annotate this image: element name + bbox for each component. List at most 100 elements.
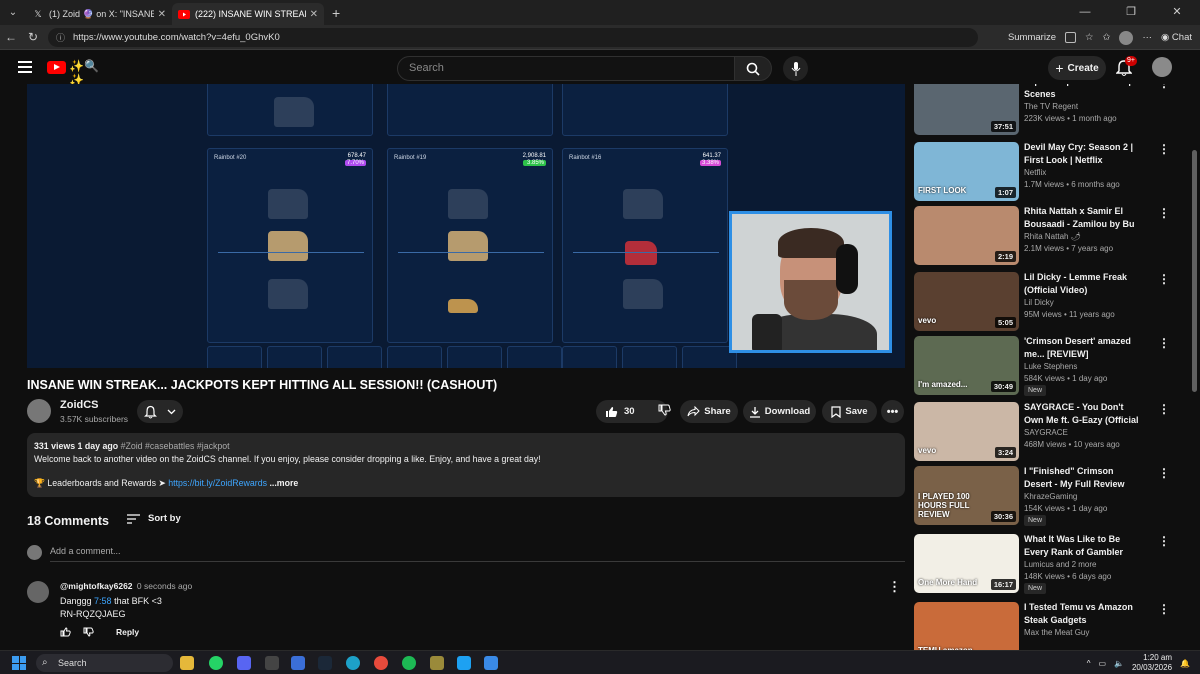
rewards-link[interactable]: https://bit.ly/ZoidRewards (168, 478, 267, 488)
video-menu-icon[interactable]: ⋮ (1158, 603, 1170, 615)
create-button[interactable]: + Create (1048, 56, 1106, 80)
recommended-channel[interactable]: Rhita Nattah 🌶 (1024, 232, 1081, 241)
voice-search-button[interactable] (783, 56, 808, 81)
app-icon[interactable] (430, 656, 444, 670)
recommended-title[interactable]: Lil Dicky - Lemme Freak (Official Video) (1024, 271, 1144, 296)
share-button[interactable]: Share (680, 400, 738, 423)
recommended-title[interactable]: I Tested Temu vs Amazon Steak Gadgets (1024, 601, 1144, 626)
tray-chevron-icon[interactable]: ^ (1087, 659, 1091, 668)
video-menu-icon[interactable]: ⋮ (1158, 467, 1170, 479)
browser-tab-x[interactable]: 𝕏 (1) Zoid 🔮 on X: "INSANE WIN STREAK ✕ (26, 3, 172, 25)
video-thumbnail[interactable]: vevo 3:24 (914, 402, 1019, 461)
split-screen-icon[interactable] (1064, 32, 1076, 43)
network-icon[interactable]: ▭ (1098, 659, 1106, 668)
start-button[interactable] (12, 656, 26, 670)
recommended-title[interactable]: Devil May Cry: Season 2 | First Look | N… (1024, 141, 1144, 166)
discord-icon[interactable] (237, 656, 251, 670)
save-button[interactable]: Save (822, 400, 877, 423)
thumbs-down-icon[interactable] (83, 627, 94, 637)
recommended-video[interactable]: 37:51 Top 10 Superhero Suit Up Scenes The … (914, 84, 1189, 136)
refresh-button[interactable]: ↻ (22, 30, 44, 44)
scrollbar[interactable] (1192, 150, 1197, 392)
recommended-channel[interactable]: Netflix (1024, 168, 1046, 177)
recommended-video[interactable]: I'm amazed... 30:49 'Crimson Desert' amaze… (914, 336, 1189, 396)
youtube-doodle-icon[interactable]: ✨🔍✨ (69, 59, 103, 87)
account-avatar[interactable] (1152, 57, 1172, 77)
new-tab-button[interactable]: + (332, 5, 340, 21)
search-button[interactable] (734, 56, 772, 81)
sort-by-button[interactable]: Sort by (127, 513, 181, 524)
hashtags[interactable]: #Zoid #casebattles #jackpot (121, 441, 230, 451)
video-menu-icon[interactable]: ⋮ (1158, 273, 1170, 285)
more-actions-button[interactable]: ••• (881, 400, 904, 423)
summarize-button[interactable]: Summarize (1008, 32, 1056, 43)
tab-actions-menu-button[interactable]: ⌄ (0, 0, 26, 25)
video-menu-icon[interactable]: ⋮ (1158, 403, 1170, 415)
search-input[interactable]: Search (397, 56, 735, 81)
maximize-button[interactable]: ❐ (1108, 0, 1154, 25)
notifications-icon[interactable]: 🔔 (1180, 659, 1190, 668)
recommended-title[interactable]: What It Was Like to Be Every Rank of Gam… (1024, 533, 1144, 558)
close-tab-icon[interactable]: ✕ (310, 9, 318, 20)
clock[interactable]: 1:20 am 20/03/2026 (1132, 653, 1172, 673)
volume-icon[interactable]: 🔈 (1114, 659, 1124, 668)
recommended-channel[interactable]: KhrazeGaming (1024, 492, 1077, 501)
recommended-title[interactable]: 'Crimson Desert' amazed me... [REVIEW] (1024, 335, 1144, 360)
chrome-icon[interactable] (374, 656, 388, 670)
video-thumbnail[interactable]: I'm amazed... 30:49 (914, 336, 1019, 395)
add-comment-input[interactable]: Add a comment... (50, 546, 905, 562)
whatsapp-icon[interactable] (209, 656, 223, 670)
recommended-title[interactable]: I "Finished" Crimson Desert - My Full Re… (1024, 465, 1144, 490)
comment-menu-icon[interactable]: ⋮ (888, 580, 901, 593)
recommended-video[interactable]: vevo 3:24 SAYGRACE - You Don't Own Me ft. … (914, 402, 1189, 462)
notepad-icon[interactable] (484, 656, 498, 670)
channel-avatar[interactable] (27, 399, 51, 423)
recommended-channel[interactable]: Lil Dicky (1024, 298, 1054, 307)
video-thumbnail[interactable]: 2:19 (914, 206, 1019, 265)
recommended-channel[interactable]: Max the Meat Guy (1024, 628, 1089, 637)
recommended-video[interactable]: FIRST LOOK 1:07 Devil May Cry: Season 2 | … (914, 142, 1189, 202)
video-menu-icon[interactable]: ⋮ (1158, 337, 1170, 349)
recommended-video[interactable]: vevo 5:05 Lil Dicky - Lemme Freak (Officia… (914, 272, 1189, 332)
taskbar-search[interactable]: ⌕ Search (36, 654, 173, 672)
file-explorer-icon[interactable] (180, 656, 194, 670)
recommended-channel[interactable]: The TV Regent (1024, 102, 1078, 111)
recommended-video[interactable]: TEMU amazonI Tested Temu vs Amazon Steak… (914, 602, 1189, 650)
show-more-button[interactable]: ...more (269, 478, 298, 488)
site-info-icon[interactable]: ⓘ (56, 31, 65, 44)
commenter-avatar[interactable] (27, 581, 49, 603)
download-button[interactable]: Download (743, 400, 816, 423)
close-tab-icon[interactable]: ✕ (158, 9, 166, 20)
app-icon[interactable] (291, 656, 305, 670)
description-box[interactable]: 331 views 1 day ago #Zoid #casebattles #… (27, 433, 905, 497)
video-thumbnail[interactable]: One More Hand 16:17 (914, 534, 1019, 593)
profile-avatar[interactable] (1119, 30, 1134, 45)
reply-button[interactable]: Reply (116, 627, 139, 637)
video-thumbnail[interactable]: vevo 5:05 (914, 272, 1019, 331)
browser-tab-youtube[interactable]: (222) INSANE WIN STREAK... JACKPOTS ✕ (172, 3, 324, 25)
dislike-button[interactable] (658, 404, 671, 419)
recommended-video[interactable]: I PLAYED 100 HOURS FULL REVIEW 30:36 I "Fi… (914, 466, 1189, 526)
video-menu-icon[interactable]: ⋮ (1158, 143, 1170, 155)
video-thumbnail[interactable]: I PLAYED 100 HOURS FULL REVIEW 30:36 (914, 466, 1019, 525)
recommended-video[interactable]: One More Hand 16:17 What It Was Like to Be… (914, 534, 1189, 594)
favorites-icon[interactable]: ✩ (1103, 32, 1111, 43)
app-icon[interactable] (265, 656, 279, 670)
url-field[interactable]: ⓘ https://www.youtube.com/watch?v=4efu_0… (48, 28, 978, 47)
comment-timestamp-link[interactable]: 7:58 (94, 596, 112, 606)
video-menu-icon[interactable]: ⋮ (1158, 207, 1170, 219)
subscription-notifications-button[interactable] (137, 400, 183, 423)
recommended-title[interactable]: Top 10 Superhero Suit Up Scenes (1024, 84, 1144, 100)
favorite-star-icon[interactable]: ☆ (1085, 32, 1094, 43)
recommended-channel[interactable]: Lumicus and 2 more (1024, 560, 1096, 569)
spotify-icon[interactable] (402, 656, 416, 670)
video-menu-icon[interactable]: ⋮ (1158, 535, 1170, 547)
edge-icon[interactable] (346, 656, 360, 670)
recommended-title[interactable]: SAYGRACE - You Don't Own Me ft. G-Eazy (… (1024, 401, 1144, 427)
back-button[interactable]: ← (0, 30, 22, 44)
minimize-button[interactable]: — (1062, 0, 1108, 25)
twitter-icon[interactable] (457, 656, 471, 670)
recommended-channel[interactable]: SAYGRACE (1024, 428, 1068, 437)
video-thumbnail[interactable]: 37:51 (914, 84, 1019, 135)
channel-name[interactable]: ZoidCS (60, 399, 99, 411)
